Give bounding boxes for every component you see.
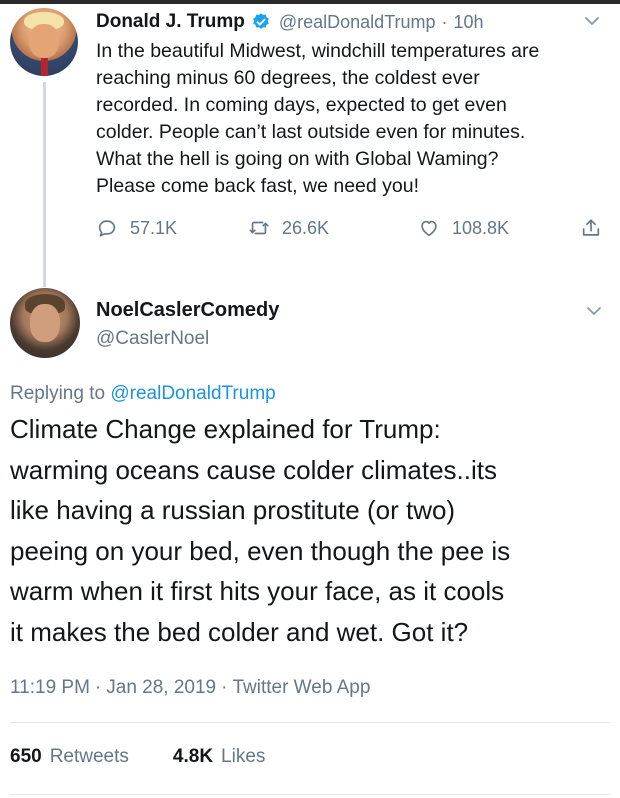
retweets-stat[interactable]: 650 Retweets [10, 746, 129, 768]
share-icon [582, 219, 600, 236]
author-name[interactable]: Donald J. Trump [96, 11, 245, 33]
top-edge-bar [0, 0, 620, 4]
retweet-count: 26.6K [282, 217, 330, 238]
reply-count: 57.1K [130, 217, 178, 238]
replying-to-label: Replying to [10, 383, 111, 404]
chevron-down-icon[interactable] [584, 16, 600, 26]
tweet-text-line: recorded. In coming days, expected to ge… [96, 94, 507, 116]
separator: · [94, 677, 102, 698]
tweet-text-line: peeing on your bed, even though the pee … [10, 535, 511, 566]
tweet-text-line: warm when it first hits your face, as it… [10, 576, 505, 606]
tweet-text: Climate Change explained for Trump: warm… [10, 409, 610, 652]
tweet-time[interactable]: 11:19 PM [10, 677, 90, 698]
retweet-total: 650 [10, 746, 42, 767]
chevron-down-icon[interactable] [586, 306, 602, 316]
tweet-time[interactable]: 10h [454, 12, 484, 33]
heart-icon [421, 220, 437, 237]
tweet-text-line: reaching minus 60 degrees, the coldest e… [96, 67, 480, 89]
reply-icon [98, 220, 116, 237]
share-button[interactable] [580, 217, 614, 239]
tweet-text-line: What the hell is going on with Global Wa… [96, 148, 499, 170]
retweet-icon [249, 221, 269, 235]
retweet-button[interactable]: 26.6K [248, 217, 329, 239]
avatar[interactable] [10, 8, 78, 76]
tweet-source[interactable]: Twitter Web App [232, 677, 370, 698]
divider [10, 722, 610, 723]
tweet-stats: 650 Retweets 4.8K Likes [10, 746, 265, 768]
tweet-text-line: Please come back fast, we need you! [96, 175, 420, 197]
verified-badge-icon [253, 13, 269, 29]
tweet-text: In the beautiful Midwest, windchill temp… [96, 38, 606, 200]
avatar[interactable] [10, 288, 80, 358]
reply-button[interactable]: 57.1K [96, 217, 177, 239]
tweet-date[interactable]: Jan 28, 2019 [106, 677, 216, 698]
thread-connector [43, 82, 46, 287]
separator: · [441, 11, 448, 32]
tweet-actions: 57.1K 26.6K 108.8K [96, 217, 616, 243]
divider [10, 794, 610, 795]
author-name[interactable]: NoelCaslerComedy [96, 299, 279, 322]
like-count: 108.8K [452, 217, 510, 238]
tweet-text-line: colder. People can’t last outside even f… [96, 121, 526, 143]
retweet-label: Retweets [49, 746, 129, 767]
author-handle[interactable]: @realDonaldTrump [279, 12, 436, 33]
replying-to: Replying to @realDonaldTrump [10, 383, 276, 405]
replying-to-mention[interactable]: @realDonaldTrump [110, 383, 275, 404]
tweet-text-line: like having a russian prostitute (or two… [10, 495, 456, 525]
author-handle[interactable]: @CaslerNoel [96, 328, 209, 350]
tweet-text-line: Climate Change explained for Trump: [10, 414, 441, 444]
like-total: 4.8K [172, 746, 214, 767]
like-label: Likes [221, 746, 266, 767]
tweet-text-line: it makes the bed colder and wet. Got it? [10, 616, 469, 647]
tweet-header: Donald J. Trump @realDonaldTrump · 10h [96, 9, 484, 35]
likes-stat[interactable]: 4.8K Likes [173, 746, 266, 768]
tweet-text-line: In the beautiful Midwest, windchill temp… [96, 40, 540, 62]
like-button[interactable]: 108.8K [418, 217, 509, 239]
tweet-meta: 11:19 PM · Jan 28, 2019 · Twitter Web App [10, 677, 370, 699]
separator: · [221, 677, 228, 698]
tweet-text-line: warming oceans cause colder climates..it… [10, 454, 497, 485]
